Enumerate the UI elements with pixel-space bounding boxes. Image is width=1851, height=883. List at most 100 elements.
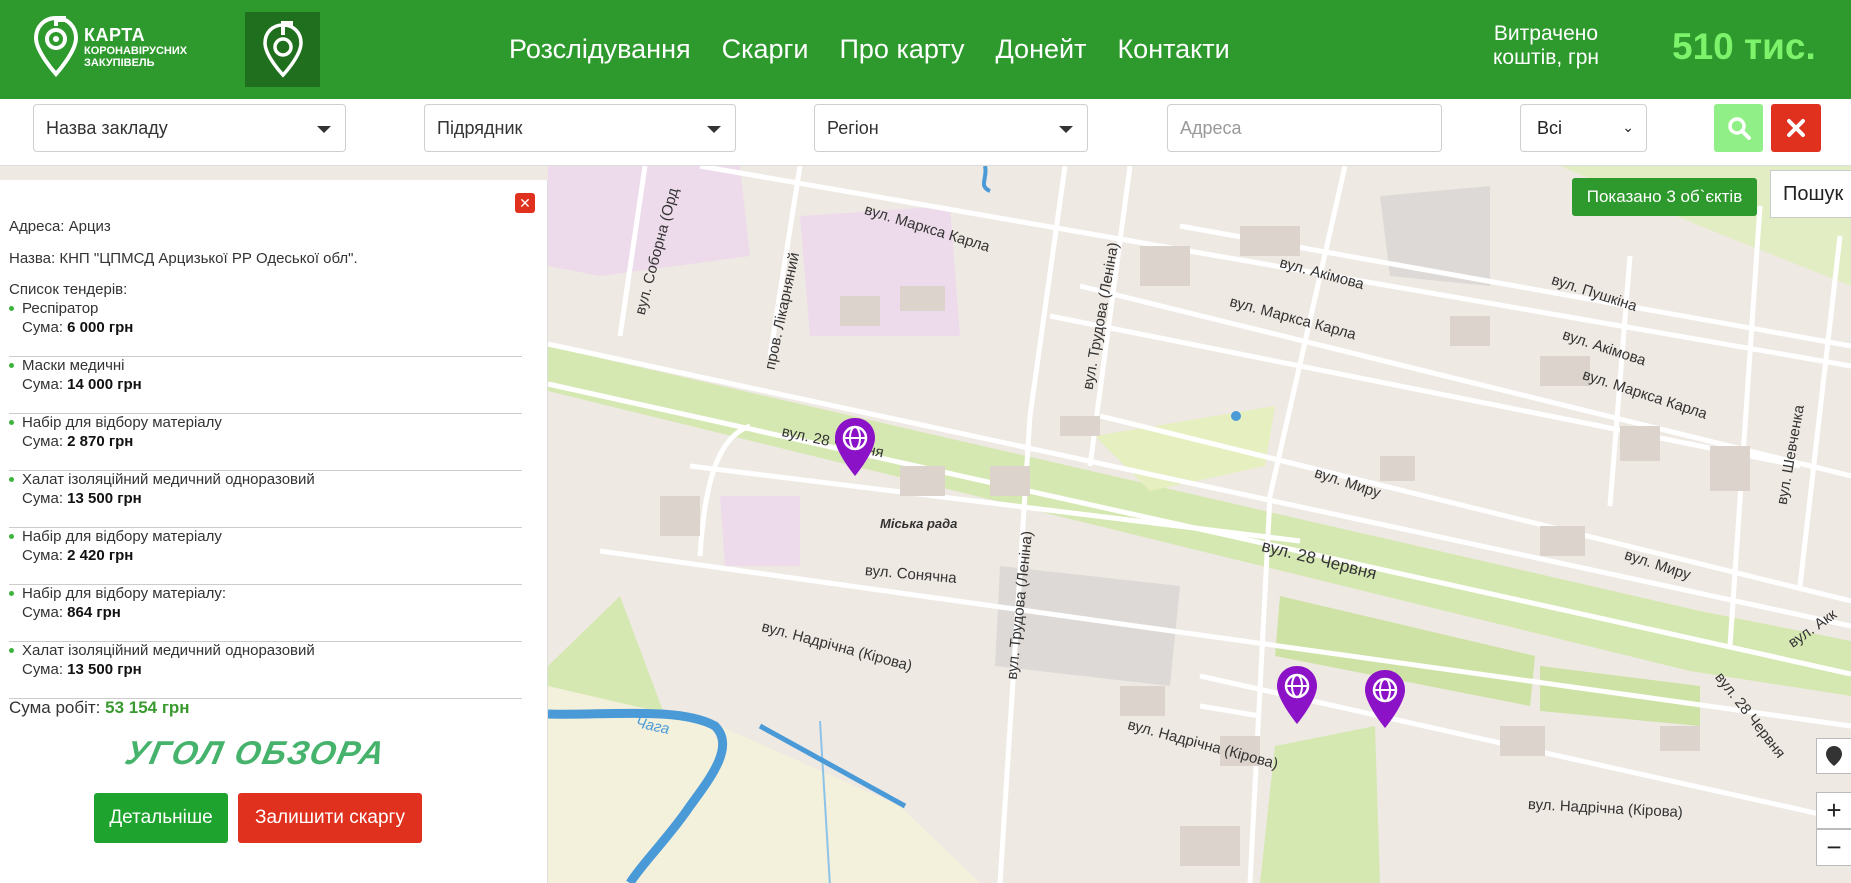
close-panel-button[interactable]: ✕	[515, 193, 535, 213]
list-item: Халат ізоляційний медичний одноразовий С…	[9, 642, 522, 699]
caret-down-icon	[1059, 126, 1073, 133]
sum-value: 13 500 грн	[67, 661, 142, 678]
logo-line-1: КАРТА	[84, 24, 146, 45]
nav-donate[interactable]: Донейт	[995, 34, 1086, 65]
shown-count-badge: Показано 3 об`єктів	[1572, 178, 1757, 216]
tender-sum: Сума: 13 500 грн	[22, 490, 142, 507]
close-icon	[1787, 119, 1805, 137]
region-select[interactable]: Регіон	[814, 104, 1088, 152]
institution-select[interactable]: Назва закладу	[33, 104, 346, 152]
list-item: Набір для відбору матеріалу Сума: 2 420 …	[9, 528, 522, 585]
nav-investigations[interactable]: Розслідування	[509, 34, 691, 65]
sum-value: 2 420 грн	[67, 547, 134, 564]
caret-down-icon	[707, 126, 721, 133]
tender-sum: Сума: 14 000 грн	[22, 376, 142, 393]
contractor-select-value: Підрядник	[437, 118, 523, 138]
list-item: Халат ізоляційний медичний одноразовий С…	[9, 471, 522, 528]
tender-name: Набір для відбору матеріалу:	[22, 585, 227, 602]
list-item: Маски медичні Сума: 14 000 грн	[9, 357, 522, 414]
institution-select-value: Назва закладу	[46, 118, 168, 138]
site-logo[interactable]: КАРТА КОРОНАВІРУСНИХ ЗАКУПІВЕЛЬ	[32, 14, 202, 80]
total-value: 53 154 грн	[105, 698, 190, 717]
partner-logo[interactable]	[245, 12, 320, 87]
sum-label: Сума:	[22, 433, 63, 450]
logo-line-3: ЗАКУПІВЕЛЬ	[84, 56, 155, 69]
complaint-button[interactable]: Залишити скаргу	[238, 793, 422, 843]
pin-logo-icon	[262, 20, 303, 78]
bullet-icon	[9, 420, 14, 425]
nav-complaints[interactable]: Скарги	[722, 34, 809, 65]
total-sum: Сума робіт: 53 154 грн	[9, 698, 190, 718]
map-marker[interactable]	[1363, 668, 1407, 730]
bullet-icon	[9, 477, 14, 482]
nav-contacts[interactable]: Контакти	[1117, 34, 1229, 65]
bullet-icon	[9, 648, 14, 653]
clear-button[interactable]	[1771, 104, 1821, 152]
sum-value: 14 000 грн	[67, 376, 142, 393]
tender-name: Набір для відбору матеріалу	[22, 528, 222, 545]
caret-down-icon	[317, 126, 331, 133]
tender-name: Халат ізоляційний медичний одноразовий	[22, 642, 315, 659]
partner-brand-logo[interactable]: УГОЛ ОБЗОРА	[122, 734, 390, 772]
tender-sum: Сума: 6 000 грн	[22, 319, 133, 336]
zoom-in-button[interactable]: +	[1816, 792, 1851, 829]
sum-value: 13 500 грн	[67, 490, 142, 507]
list-item: Набір для відбору матеріалу: Сума: 864 г…	[9, 585, 522, 642]
tender-name: Халат ізоляційний медичний одноразовий	[22, 471, 315, 488]
gear-pin-logo-icon	[33, 15, 79, 77]
type-select[interactable]: Всі ⌄	[1520, 104, 1647, 152]
map-marker[interactable]	[833, 416, 877, 478]
sum-label: Сума:	[22, 376, 63, 393]
chevron-down-icon: ⌄	[1622, 119, 1634, 135]
globe-pin-icon	[1277, 666, 1317, 724]
name-line: Назва: КНП "ЦПМСД Арцизької РР Одеської …	[9, 250, 358, 267]
sum-label: Сума:	[22, 490, 63, 507]
bullet-icon	[9, 306, 14, 311]
tender-sum: Сума: 13 500 грн	[22, 661, 142, 678]
header: КАРТА КОРОНАВІРУСНИХ ЗАКУПІВЕЛЬ Розсліду…	[0, 0, 1851, 99]
locate-button[interactable]	[1816, 738, 1851, 774]
close-icon: ✕	[519, 194, 531, 211]
list-item: Набір для відбору матеріалу Сума: 2 870 …	[9, 414, 522, 471]
city-hall-label: Міська рада	[880, 516, 958, 531]
sum-value: 864 грн	[67, 604, 121, 621]
search-icon	[1727, 117, 1751, 140]
sum-label: Сума:	[22, 319, 63, 336]
search-tab[interactable]: Пошук	[1770, 170, 1851, 218]
logo-text: КАРТА КОРОНАВІРУСНИХ ЗАКУПІВЕЛЬ	[84, 26, 187, 69]
sum-value: 2 870 грн	[67, 433, 134, 450]
tender-name: Маски медичні	[22, 357, 125, 374]
bullet-icon	[9, 363, 14, 368]
zoom-out-button[interactable]: −	[1816, 829, 1851, 866]
total-label: Сума робіт:	[9, 698, 101, 717]
bullet-icon	[9, 534, 14, 539]
tender-name: Респіратор	[22, 300, 99, 317]
spent-value: 510 тис.	[1672, 26, 1816, 67]
address-input[interactable]: Адреса	[1167, 104, 1442, 152]
details-button[interactable]: Детальніше	[94, 793, 228, 843]
spent-label: Витрачено коштів, грн	[1493, 22, 1599, 70]
search-button[interactable]	[1714, 104, 1763, 152]
bullet-icon	[9, 591, 14, 596]
logo-line-2: КОРОНАВІРУСНИХ	[84, 44, 188, 57]
info-panel: ✕ Адреса: Арциз Назва: КНП "ЦПМСД Арцизь…	[0, 180, 548, 883]
nav-about-map[interactable]: Про карту	[840, 34, 965, 65]
list-item: Респіратор Сума: 6 000 грн	[9, 300, 522, 357]
region-select-value: Регіон	[827, 118, 879, 138]
sum-value: 6 000 грн	[67, 319, 134, 336]
sum-label: Сума:	[22, 661, 63, 678]
location-pin-icon	[1826, 746, 1842, 766]
tender-sum: Сума: 2 870 грн	[22, 433, 133, 450]
tender-name: Набір для відбору матеріалу	[22, 414, 222, 431]
sum-label: Сума:	[22, 604, 63, 621]
contractor-select[interactable]: Підрядник	[424, 104, 736, 152]
tender-list-title: Список тендерів:	[9, 281, 128, 298]
map-marker[interactable]	[1275, 664, 1319, 726]
tender-sum: Сума: 2 420 грн	[22, 547, 133, 564]
tender-sum: Сума: 864 грн	[22, 604, 121, 621]
globe-pin-icon	[1365, 670, 1405, 728]
address-line: Адреса: Арциз	[9, 218, 111, 235]
filter-bar: Назва закладу Підрядник Регіон Адреса Вс…	[0, 99, 1851, 166]
globe-pin-icon	[835, 418, 875, 476]
main-nav: Розслідування Скарги Про карту Донейт Ко…	[509, 0, 1261, 99]
